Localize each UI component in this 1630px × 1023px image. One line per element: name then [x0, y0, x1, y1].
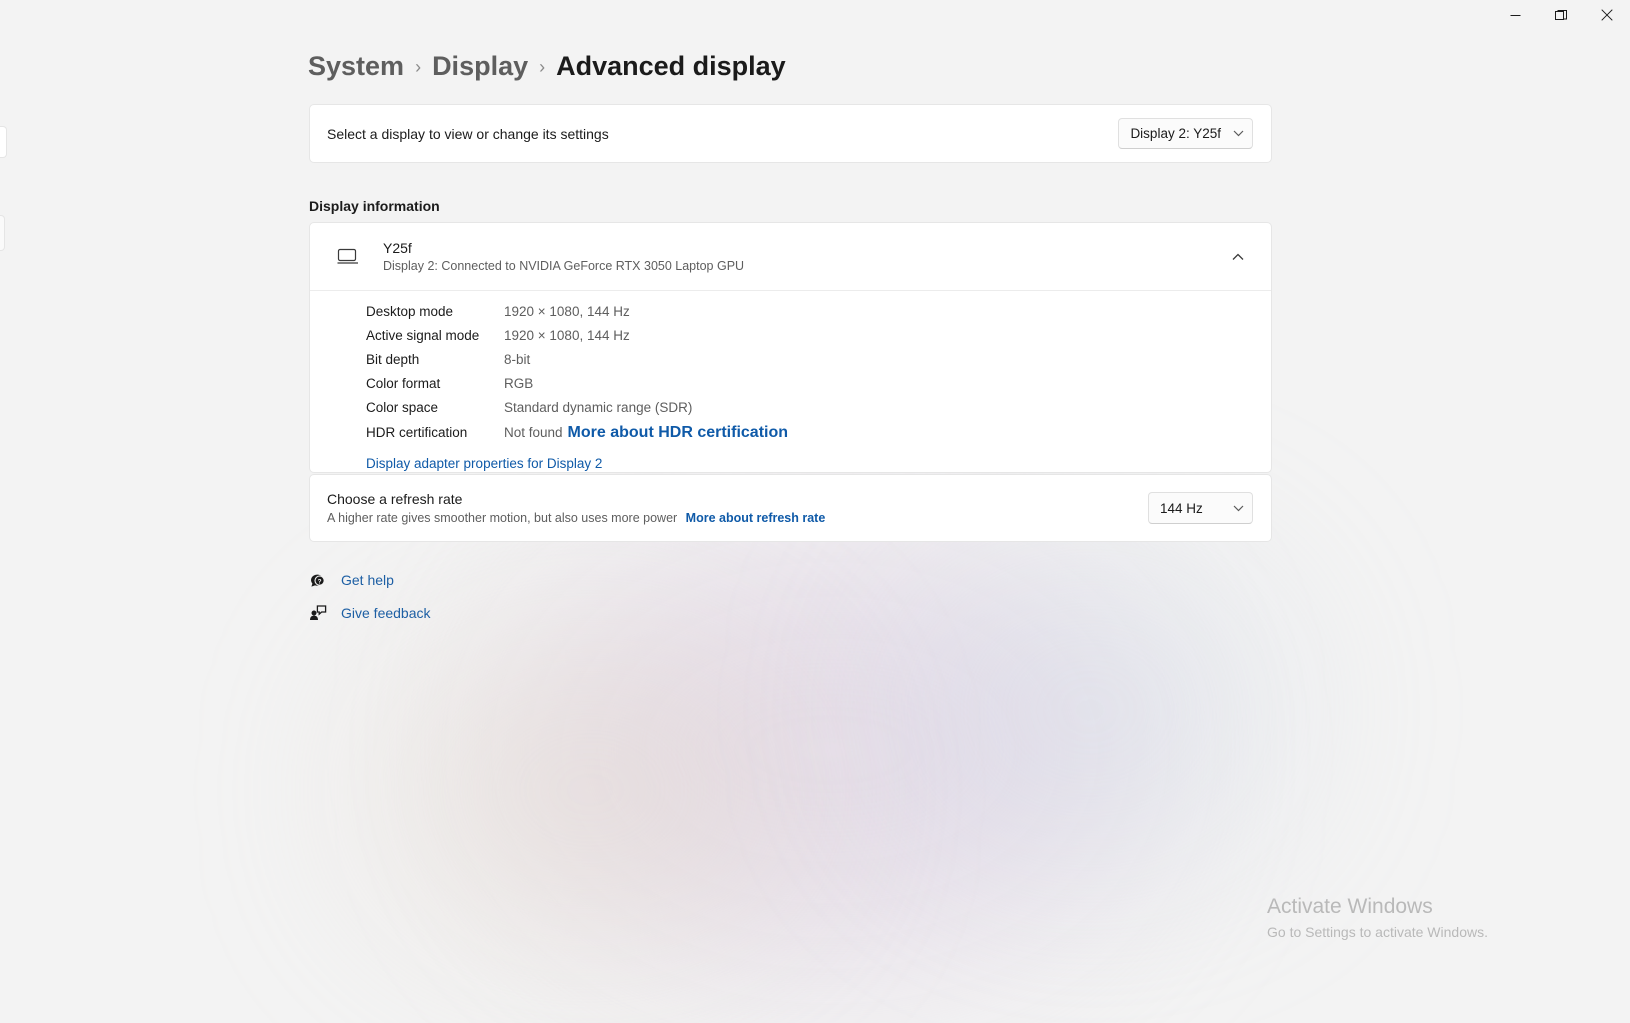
restore-button[interactable]: [1538, 0, 1584, 30]
title-bar: [0, 0, 1630, 30]
display-selector-card: Select a display to view or change its s…: [309, 104, 1272, 163]
refresh-rate-link[interactable]: More about refresh rate: [686, 511, 826, 525]
background-tint-c: [900, 560, 1280, 860]
breadcrumb: System › Display › Advanced display: [308, 48, 786, 84]
monitor-name: Y25f: [383, 240, 412, 256]
give-feedback-label: Give feedback: [341, 605, 431, 621]
close-icon: [1601, 9, 1613, 21]
restore-icon: [1555, 9, 1567, 21]
refresh-rate-value: 144 Hz: [1160, 500, 1203, 516]
detail-key: Desktop mode: [366, 304, 454, 319]
monitor-icon: [337, 248, 373, 265]
bottom-links: ? Get help Give feedback: [308, 570, 431, 623]
svg-text:?: ?: [318, 578, 322, 585]
feedback-icon: [308, 603, 328, 623]
breadcrumb-separator-1: ›: [415, 57, 422, 77]
refresh-rate-title: Choose a refresh rate: [327, 491, 463, 507]
display-information-heading: Display information: [309, 198, 440, 214]
help-icon: ?: [308, 570, 328, 590]
detail-row: Active signal mode 1920 × 1080, 144 Hz: [310, 328, 1271, 352]
breadcrumb-item-system[interactable]: System: [308, 49, 404, 83]
refresh-rate-dropdown[interactable]: 144 Hz: [1148, 492, 1253, 524]
refresh-rate-description-text: A higher rate gives smoother motion, but…: [327, 511, 678, 525]
refresh-rate-text: Choose a refresh rate A higher rate give…: [327, 491, 825, 525]
activate-windows-watermark: Activate Windows Go to Settings to activ…: [1267, 893, 1488, 943]
display-information-card: Y25f Display 2: Connected to NVIDIA GeFo…: [309, 222, 1272, 473]
chevron-down-icon: [1233, 130, 1244, 137]
get-help-link[interactable]: ? Get help: [308, 570, 431, 590]
chevron-up-icon[interactable]: [1223, 242, 1253, 272]
detail-row: HDR certification Not found More about H…: [310, 424, 1271, 448]
breadcrumb-item-display[interactable]: Display: [432, 49, 528, 83]
page-title: Advanced display: [556, 51, 786, 81]
detail-row: Bit depth 8-bit: [310, 352, 1271, 376]
detail-value: Standard dynamic range (SDR): [504, 400, 693, 415]
detail-value: 1920 × 1080, 144 Hz: [504, 304, 630, 319]
close-button[interactable]: [1584, 0, 1630, 30]
offscreen-panel-sliver-bottom: [0, 215, 5, 251]
background-tint-b: [380, 640, 800, 940]
detail-key: HDR certification: [366, 425, 468, 440]
display-information-titles: Y25f Display 2: Connected to NVIDIA GeFo…: [383, 240, 1223, 273]
offscreen-panel-sliver-top: [0, 126, 7, 158]
display-selector-dropdown[interactable]: Display 2: Y25f: [1118, 118, 1253, 149]
background-tint-a: [520, 540, 1140, 960]
refresh-rate-card: Choose a refresh rate A higher rate give…: [309, 474, 1272, 542]
detail-value: 1920 × 1080, 144 Hz: [504, 328, 630, 343]
detail-row: Color format RGB: [310, 376, 1271, 400]
monitor-connection: Display 2: Connected to NVIDIA GeForce R…: [383, 259, 745, 273]
display-information-header[interactable]: Y25f Display 2: Connected to NVIDIA GeFo…: [310, 223, 1271, 290]
breadcrumb-separator-2: ›: [539, 57, 546, 77]
display-adapter-properties-link[interactable]: Display adapter properties for Display 2: [366, 456, 602, 471]
detail-value: Not found: [504, 425, 563, 440]
display-detail-list: Desktop mode 1920 × 1080, 144 Hz Active …: [310, 291, 1271, 473]
detail-value: RGB: [504, 376, 534, 391]
detail-value: 8-bit: [504, 352, 531, 367]
display-selector-value: Display 2: Y25f: [1130, 126, 1221, 141]
detail-key: Color format: [366, 376, 441, 391]
minimize-icon: [1510, 10, 1521, 21]
hdr-certification-link[interactable]: More about HDR certification: [568, 424, 788, 442]
give-feedback-link[interactable]: Give feedback: [308, 603, 431, 623]
chevron-down-icon: [1233, 505, 1244, 512]
watermark-subtitle: Go to Settings to activate Windows.: [1267, 924, 1488, 940]
detail-row: Color space Standard dynamic range (SDR): [310, 400, 1271, 424]
watermark-title: Activate Windows: [1267, 895, 1433, 918]
detail-key: Color space: [366, 400, 439, 415]
display-selector-label: Select a display to view or change its s…: [327, 125, 609, 142]
detail-key: Bit depth: [366, 352, 420, 367]
minimize-button[interactable]: [1492, 0, 1538, 30]
get-help-label: Get help: [341, 572, 394, 588]
refresh-rate-description: A higher rate gives smoother motion, but…: [327, 511, 825, 525]
detail-row: Desktop mode 1920 × 1080, 144 Hz: [310, 304, 1271, 328]
detail-key: Active signal mode: [366, 328, 480, 343]
